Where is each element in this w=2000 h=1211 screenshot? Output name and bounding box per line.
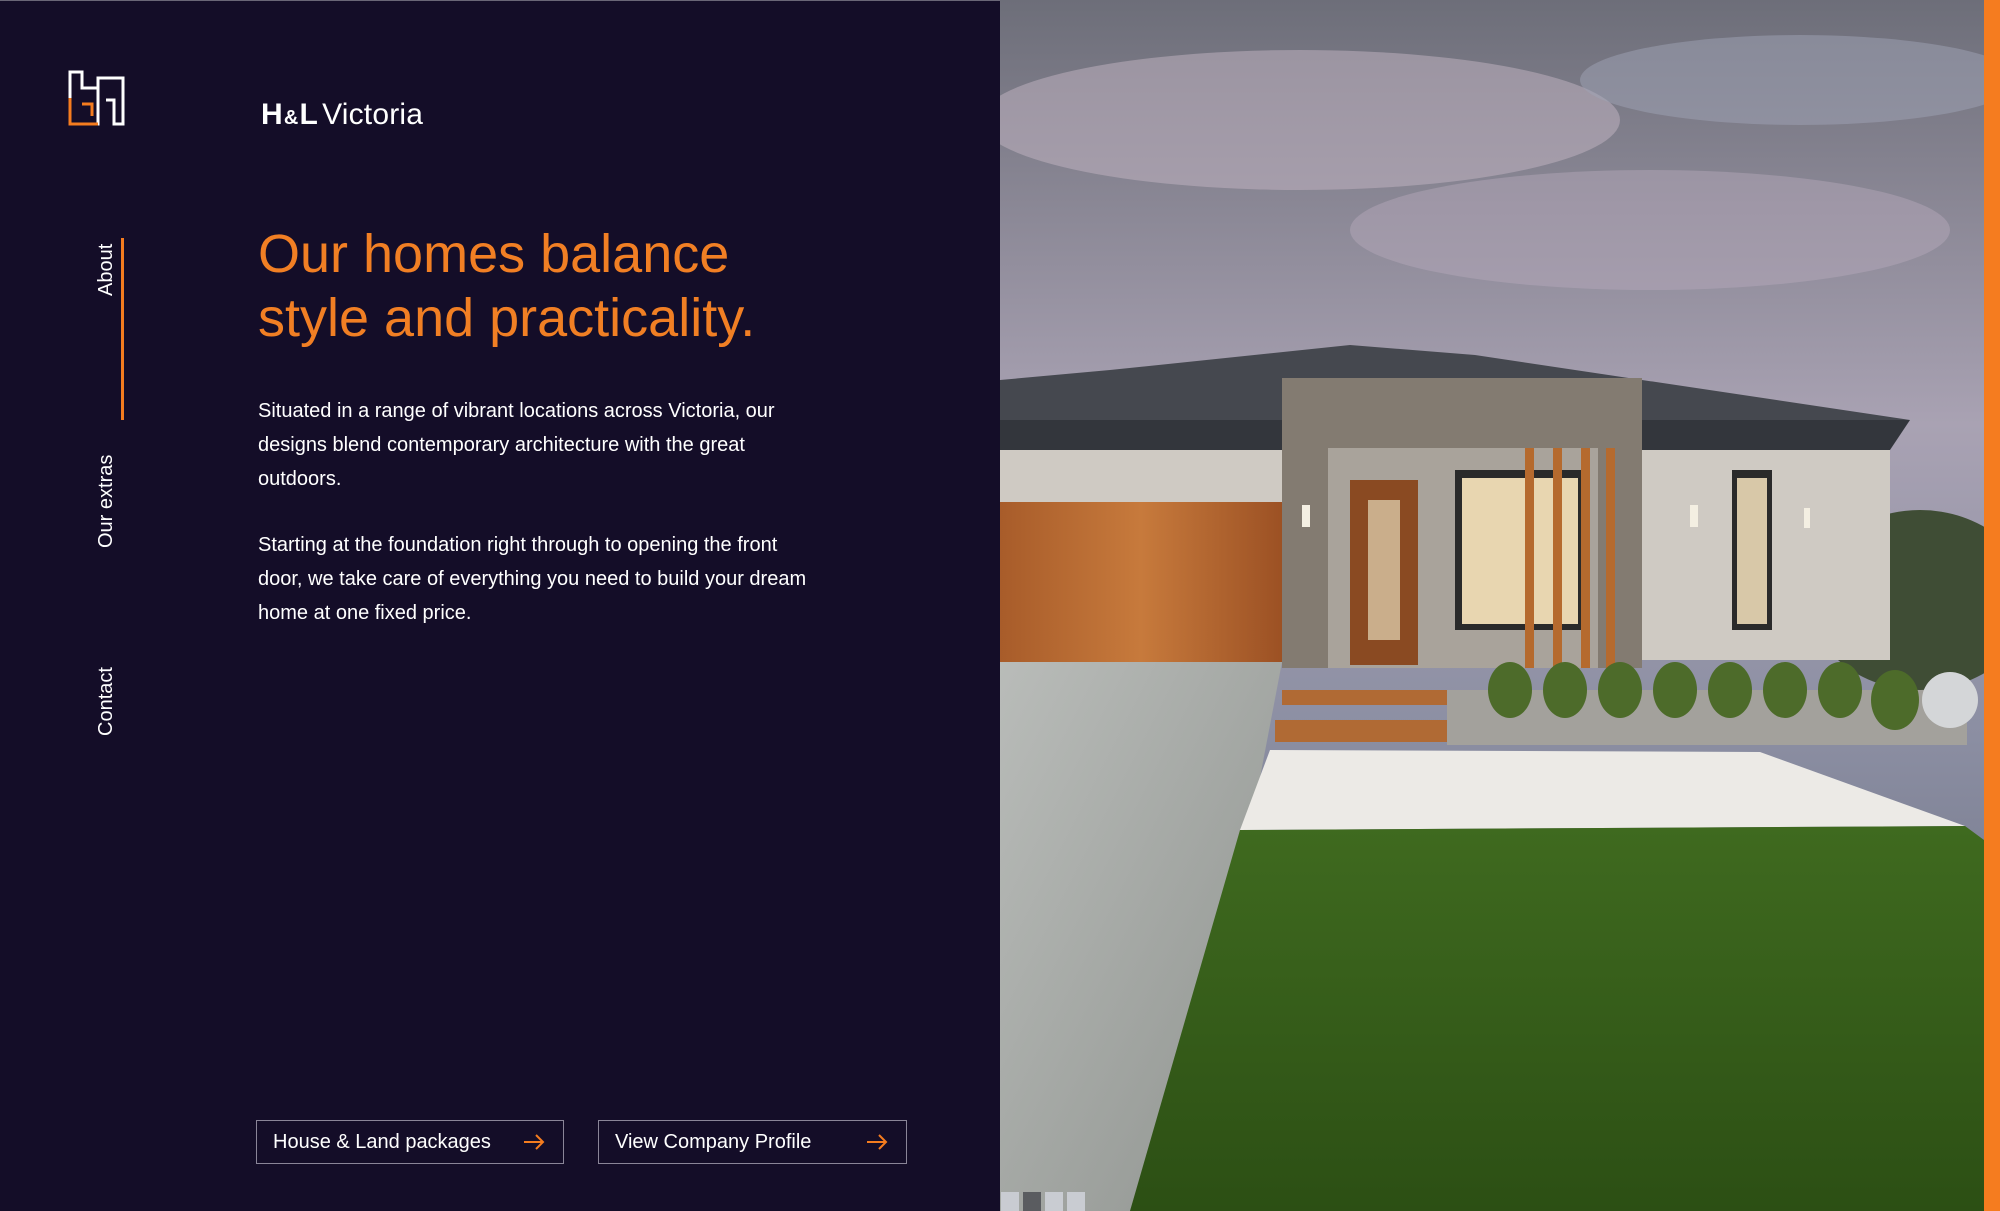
accent-bar — [1984, 0, 2000, 1211]
nav-item-label[interactable]: Contact — [95, 667, 118, 736]
house-exterior-photo — [1000, 0, 1984, 1211]
page-headline: Our homes balance style and practicality… — [258, 224, 756, 348]
view-company-profile-button[interactable]: View Company Profile — [598, 1120, 907, 1164]
arrow-right-icon — [867, 1134, 888, 1150]
slide-dot[interactable] — [1067, 1192, 1085, 1211]
hl-building-logo-icon[interactable] — [68, 70, 126, 126]
nav-active-indicator — [121, 238, 124, 420]
brand-letter-l: L — [299, 98, 319, 131]
brand-region: Victoria — [322, 98, 424, 131]
house-land-packages-button[interactable]: House & Land packages — [256, 1120, 564, 1164]
arrow-right-icon — [524, 1134, 545, 1150]
slide-dot[interactable] — [1023, 1192, 1041, 1211]
intro-paragraph: Situated in a range of vibrant locations… — [258, 400, 775, 490]
slide-pagination — [1001, 1192, 1085, 1211]
nav-item-label[interactable]: Our extras — [95, 455, 118, 548]
slide-dot[interactable] — [1045, 1192, 1063, 1211]
brand-wordmark[interactable]: H&L Victoria — [261, 98, 423, 132]
intro-paragraph-2: Starting at the foundation right through… — [258, 534, 807, 624]
button-label: View Company Profile — [615, 1130, 812, 1153]
nav-item-label[interactable]: About — [95, 244, 118, 296]
button-label: House & Land packages — [273, 1130, 491, 1153]
brand-ampersand: & — [283, 107, 299, 129]
brand-letter-h: H — [261, 98, 283, 131]
slide-dot[interactable] — [1001, 1192, 1019, 1211]
